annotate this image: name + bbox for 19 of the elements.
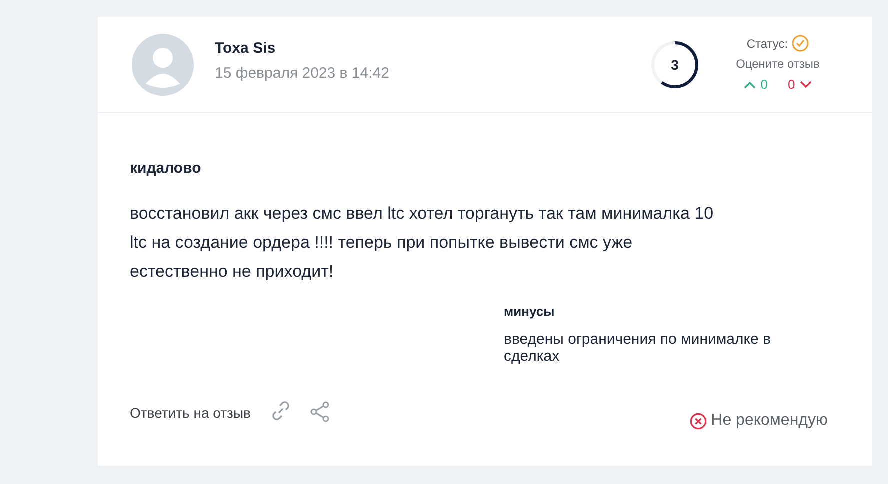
cons-text: введены ограничения по минималке в сделках bbox=[504, 331, 772, 365]
share-icon[interactable] bbox=[308, 401, 331, 423]
link-icon[interactable] bbox=[270, 401, 291, 421]
chevron-down-icon bbox=[800, 80, 812, 88]
rate-prompt: Оцените отзыв bbox=[736, 56, 820, 73]
rating-value: 3 bbox=[671, 56, 679, 72]
downvote-button[interactable]: 0 bbox=[788, 74, 812, 94]
chevron-up-icon bbox=[744, 80, 756, 88]
reply-link[interactable]: Ответить на отзыв bbox=[130, 403, 251, 424]
review-text: восстановил акк через смс ввел ltc хотел торгануть так там минималка 10 ltc на создание ордера !!!! теперь при попытке вывести смс уже естественно не приходит! bbox=[130, 202, 715, 282]
close-circle-icon bbox=[690, 412, 708, 430]
cons-heading: минусы bbox=[504, 302, 556, 321]
upvote-button[interactable]: 0 bbox=[744, 74, 768, 94]
review-title: кидалово bbox=[130, 159, 202, 179]
verdict-label: Не рекомендую bbox=[711, 411, 828, 431]
author-name: Toxa Sis bbox=[215, 38, 277, 58]
review-date: 15 февраля 2023 в 14:42 bbox=[215, 64, 390, 84]
avatar-icon bbox=[132, 34, 194, 96]
status-label: Статус: bbox=[746, 36, 788, 53]
